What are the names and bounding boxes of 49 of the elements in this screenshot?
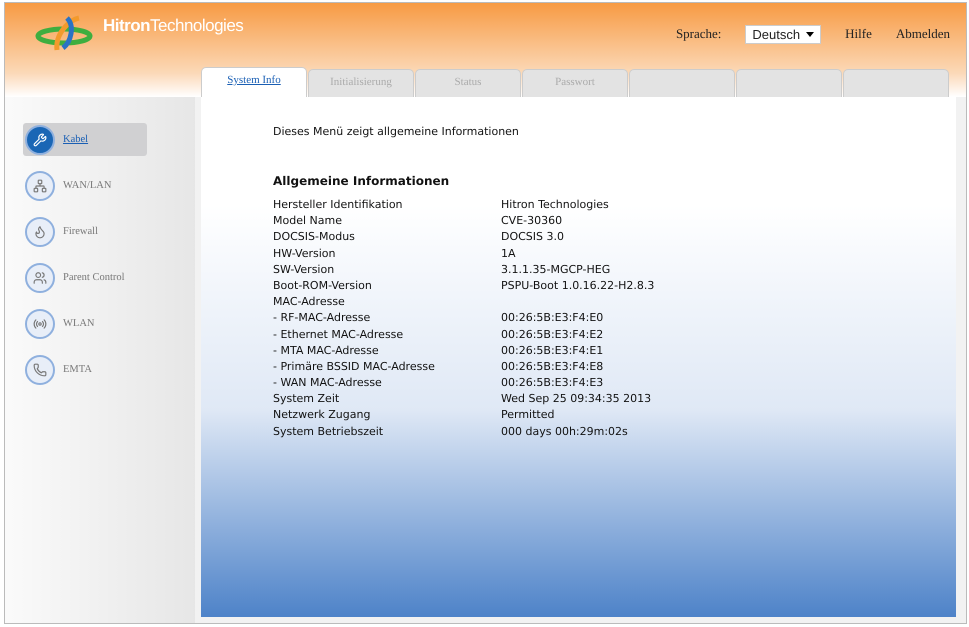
info-label: - WAN MAC-Adresse: [273, 376, 383, 390]
tab[interactable]: System Info: [201, 67, 307, 97]
info-value: 3.1.1.35-MGCP-HEG: [501, 262, 612, 277]
info-value: Hitron Technologies: [501, 198, 610, 212]
info-value: Permitted: [501, 408, 556, 422]
info-label: System Betriebszeit: [273, 424, 384, 439]
info-label: Hersteller Identifikation: [273, 198, 404, 212]
language-label: Sprache:: [676, 26, 722, 42]
info-value: 00:26:5B:E3:F4:E1: [501, 344, 604, 358]
header-link[interactable]: Hilfe: [845, 26, 872, 42]
menu-icon: [25, 124, 55, 154]
info-value: 00:26:5B:E3:F4:E3: [501, 376, 604, 390]
info-label: Boot-ROM-Version: [273, 278, 373, 293]
info-value: 00:26:5B:E3:F4:E0: [501, 311, 604, 326]
sidebar-item[interactable]: Parent Control: [23, 261, 147, 294]
sidebar-item[interactable]: WLAN: [23, 307, 147, 340]
menu-icon: [25, 354, 55, 384]
menu-icon: [25, 216, 55, 246]
info-value: 000 days 00h:29m:02s: [501, 424, 629, 439]
info-label: Model Name: [273, 214, 343, 228]
info-value: PSPU-Boot 1.0.16.22-H2.8.3: [501, 278, 656, 293]
menu-icon: [25, 308, 55, 338]
info-label: - MTA MAC-Adresse: [273, 344, 380, 358]
info-value: Wed Sep 25 09:34:35 2013: [501, 392, 652, 406]
info-value: 00:26:5B:E3:F4:E2: [501, 328, 604, 342]
menu-icon: [25, 262, 55, 292]
info-label: MAC-Adresse: [273, 295, 346, 310]
info-label: HW-Version: [273, 246, 336, 261]
sidebar-item[interactable]: WAN/LAN: [23, 169, 147, 202]
section-heading: Allgemeine Informationen: [273, 174, 450, 188]
info-label: - Ethernet MAC-Adresse: [273, 328, 404, 342]
info-value: DOCSIS 3.0: [501, 230, 566, 244]
info-value: CVE-30360: [501, 214, 564, 228]
info-value: 00:26:5B:E3:F4:E8: [501, 360, 604, 374]
logo-text: HitronTechnologies: [103, 16, 244, 36]
intro-text: Dieses Menü zeigt allgemeine Informationen: [273, 125, 520, 138]
header-link[interactable]: Abmelden: [896, 26, 950, 42]
language-select[interactable]: Deutsch: [745, 24, 822, 44]
info-label: DOCSIS-Modus: [273, 230, 356, 244]
info-label: SW-Version: [273, 262, 336, 277]
sidebar-item[interactable]: Kabel: [23, 123, 147, 156]
info-value: 1A: [501, 246, 517, 261]
info-label: Netzwerk Zugang: [273, 408, 372, 422]
menu-icon: [25, 170, 55, 200]
info-label: - RF-MAC-Adresse: [273, 311, 372, 326]
info-label: System Zeit: [273, 392, 340, 406]
sidebar-item[interactable]: Firewall: [23, 215, 147, 248]
info-label: - Primäre BSSID MAC-Adresse: [273, 360, 436, 374]
sidebar-item[interactable]: EMTA: [23, 353, 147, 386]
